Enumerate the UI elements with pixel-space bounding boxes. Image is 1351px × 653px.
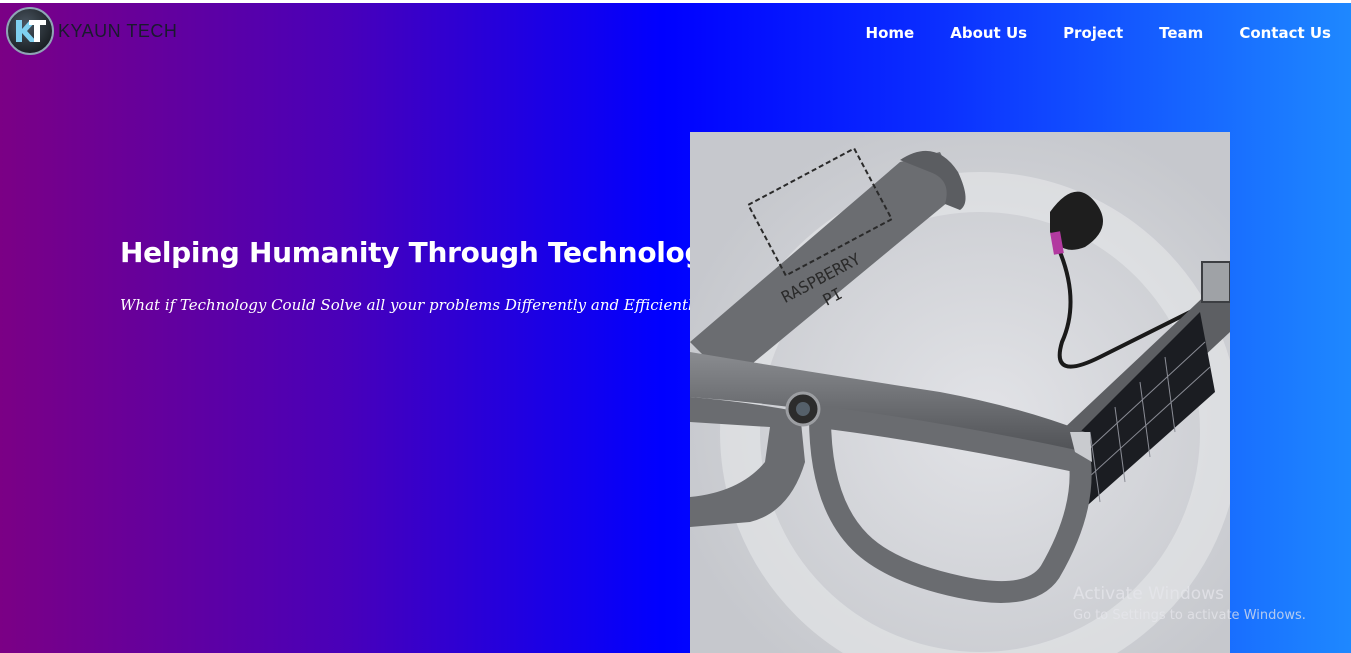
brand-logo[interactable]: KYAUN TECH [6, 7, 177, 55]
watermark-subtitle: Go to Settings to activate Windows. [1073, 608, 1306, 623]
hero-subtitle: What if Technology Could Solve all your … [120, 296, 702, 314]
nav-contact-us[interactable]: Contact Us [1239, 24, 1331, 42]
brand-name: KYAUN TECH [58, 20, 178, 41]
windows-activation-watermark: Activate Windows Go to Settings to activ… [1073, 584, 1306, 623]
nav-about-us[interactable]: About Us [950, 24, 1027, 42]
nav-home[interactable]: Home [866, 24, 915, 42]
top-border [0, 0, 1351, 3]
hero-image-smart-glasses: RASPBERRY PI [690, 132, 1230, 653]
watermark-title: Activate Windows [1073, 584, 1224, 604]
kt-logo-icon [6, 7, 54, 55]
hero-title: Helping Humanity Through Technology [120, 236, 723, 269]
main-nav: Home About Us Project Team Contact Us [830, 24, 1331, 42]
nav-project[interactable]: Project [1063, 24, 1123, 42]
nav-team[interactable]: Team [1159, 24, 1203, 42]
